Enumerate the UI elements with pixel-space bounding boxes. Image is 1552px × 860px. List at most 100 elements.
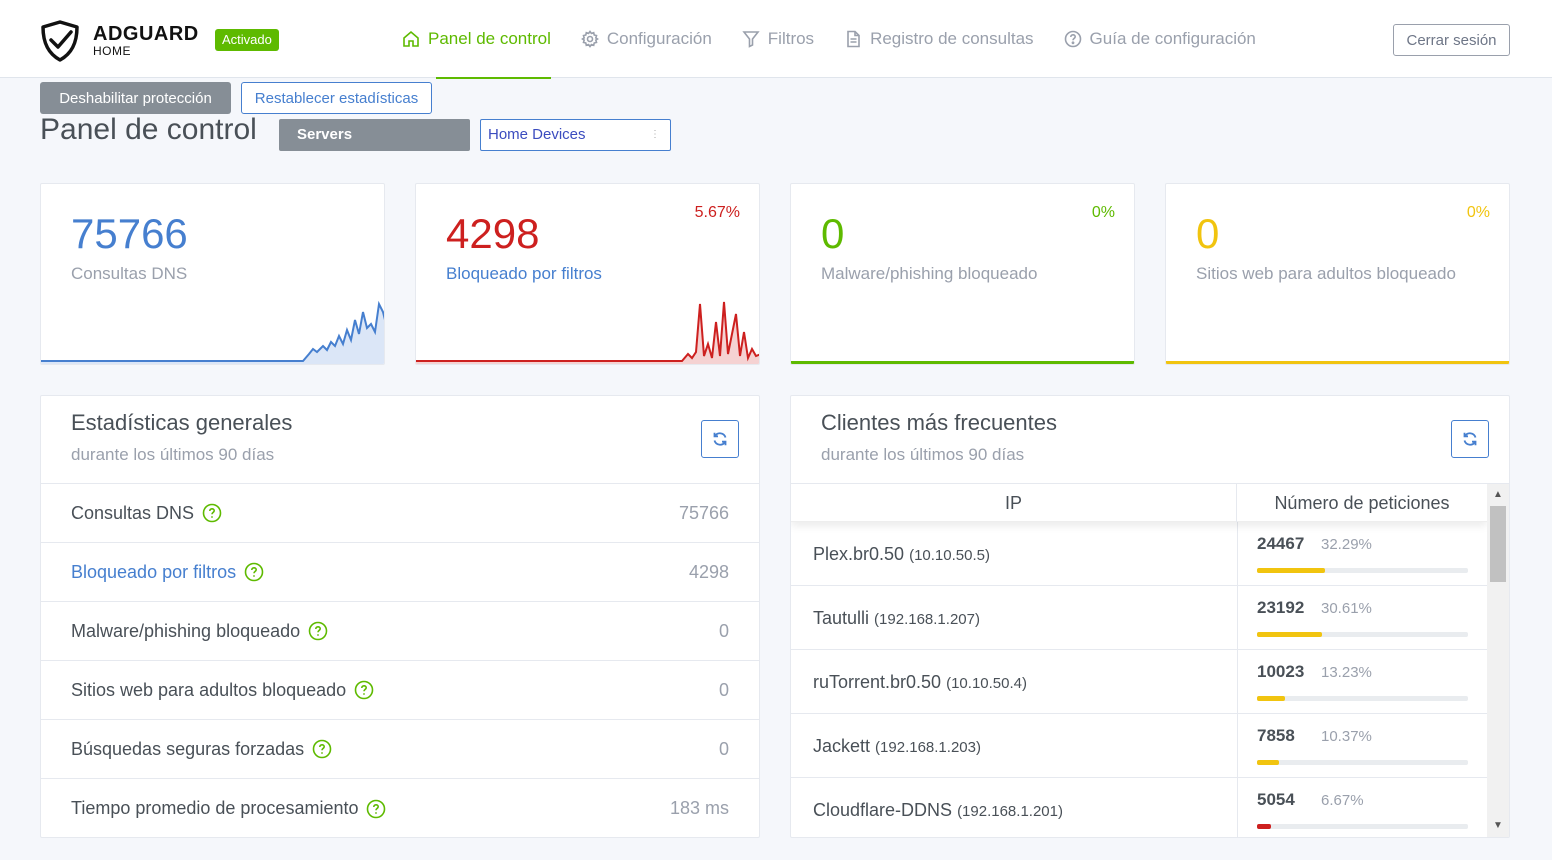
adguard-shield-logo[interactable] [40, 20, 80, 62]
progress-fill [1257, 568, 1326, 573]
row-label-link[interactable]: Bloqueado por filtros [71, 562, 236, 583]
sparkline-blocked-filters [416, 301, 759, 364]
document-icon [847, 30, 860, 48]
column-header-requests[interactable]: Número de peticiones [1237, 484, 1487, 522]
request-percent: 30.61% [1321, 600, 1372, 617]
client-name: Plex.br0.50 [813, 544, 905, 564]
panel-title: Estadísticas generales [71, 410, 293, 435]
gear-icon [580, 30, 599, 48]
help-icon[interactable] [366, 799, 386, 819]
client-name: Tautulli [813, 608, 870, 628]
request-count: 5054 [1257, 790, 1295, 809]
help-icon[interactable] [312, 739, 332, 759]
help-circle-icon [1064, 30, 1081, 48]
column-divider [1237, 714, 1238, 777]
row-label: Sitios web para adultos bloqueado [71, 679, 347, 700]
help-icon[interactable] [308, 621, 328, 641]
row-label-wrap: Malware/phishing bloqueado [71, 621, 719, 642]
row-value: 4298 [688, 561, 729, 582]
nav-label: Guía de configuración [1089, 29, 1256, 48]
logout-button[interactable]: Cerrar sesión [1393, 24, 1510, 56]
column-header-ip[interactable]: IP [791, 484, 1237, 522]
panel-header: Estadísticas generales durante los últim… [41, 396, 759, 484]
table-scrollbar[interactable]: ▲ ▼ [1487, 484, 1509, 837]
servers-select[interactable]: Servers [279, 119, 470, 151]
nav-filters[interactable]: Filtros [742, 0, 814, 78]
help-icon[interactable] [244, 562, 264, 582]
scroll-thumb[interactable] [1490, 506, 1506, 582]
column-divider [1237, 522, 1238, 585]
client-name-cell: Cloudflare-DDNS (192.168.1.201) [813, 778, 1063, 837]
filter-icon [742, 31, 760, 48]
nav-setup-guide[interactable]: Guía de configuración [1064, 0, 1256, 78]
stat-card-adult-blocked: 0 Sitios web para adultos bloqueado 0% [1165, 183, 1510, 365]
nav-label: Filtros [767, 29, 815, 48]
refresh-icon [713, 432, 727, 446]
row-label-wrap: Búsquedas seguras forzadas [71, 739, 719, 760]
help-icon[interactable] [354, 680, 374, 700]
request-percent: 6.67% [1321, 792, 1364, 809]
brand-name: ADGUARD [93, 23, 199, 45]
row-value: 75766 [678, 502, 729, 523]
client-ip: (192.168.1.207) [874, 611, 980, 628]
row-value: 183 ms [669, 798, 729, 818]
brand-subtitle: HOME [93, 44, 131, 58]
request-count: 10023 [1257, 662, 1305, 681]
help-icon[interactable] [202, 503, 222, 523]
column-divider [1237, 586, 1238, 649]
table-row[interactable]: Cloudflare-DDNS (192.168.1.201) 5054 6.6… [791, 778, 1487, 837]
progress-fill [1257, 632, 1322, 637]
stat-card-dns-queries: 75766 Consultas DNS [40, 183, 385, 365]
nav-dashboard[interactable]: Panel de control [402, 0, 551, 79]
stat-value: 75766 [71, 210, 188, 257]
nav-label: Panel de control [428, 29, 551, 48]
status-badge: Activado [215, 29, 279, 51]
clients-table: Plex.br0.50 (10.10.50.5) 24467 32.29% Ta… [791, 484, 1509, 837]
sparkline-malware-blocked [791, 361, 1134, 364]
client-name: ruTorrent.br0.50 [813, 672, 942, 692]
table-row[interactable]: Plex.br0.50 (10.10.50.5) 24467 32.29% [791, 522, 1487, 586]
disable-protection-button[interactable]: Deshabilitar protección [40, 82, 231, 114]
general-row-blocked-filters: Bloqueado por filtros 4298 [41, 543, 759, 602]
select-caret-icon: ⋮ [650, 129, 660, 140]
sparkline-adult-blocked [1166, 361, 1509, 364]
reset-statistics-button[interactable]: Restablecer estadísticas [241, 82, 432, 114]
client-ip: (192.168.1.203) [875, 739, 981, 756]
progress-fill [1257, 824, 1272, 829]
scroll-up-icon[interactable]: ▲ [1487, 486, 1509, 504]
general-row-malware: Malware/phishing bloqueado 0 [41, 602, 759, 661]
row-label: Tiempo promedio de procesamiento [71, 798, 359, 818]
client-name-cell: Jackett (192.168.1.203) [813, 714, 981, 778]
table-row[interactable]: Jackett (192.168.1.203) 7858 10.37% [791, 714, 1487, 778]
request-percent: 13.23% [1321, 664, 1372, 681]
refresh-button[interactable] [701, 420, 739, 458]
table-header: IP Número de peticiones [791, 484, 1487, 522]
table-row[interactable]: ruTorrent.br0.50 (10.10.50.4) 10023 13.2… [791, 650, 1487, 714]
stat-label[interactable]: Bloqueado por filtros [446, 264, 602, 284]
row-label-wrap: Sitios web para adultos bloqueado [71, 680, 719, 701]
home-devices-label: Home Devices [488, 126, 586, 143]
nav-query-log[interactable]: Registro de consultas [844, 0, 1034, 78]
column-divider [1237, 778, 1238, 837]
sparkline-dns-queries [41, 300, 384, 364]
row-label-wrap: Consultas DNS [71, 503, 679, 524]
column-divider [1237, 650, 1238, 713]
row-label-wrap: Tiempo promedio de procesamiento [71, 798, 670, 819]
nav-settings[interactable]: Configuración [580, 0, 712, 78]
main-nav: Panel de control Configuración Filtros R… [402, 0, 1286, 79]
row-value: 0 [718, 620, 729, 641]
stat-value: 0 [1196, 210, 1220, 257]
nav-label: Registro de consultas [870, 29, 1034, 48]
brand[interactable]: ADGUARD HOME [93, 24, 199, 58]
client-name-cell: Plex.br0.50 (10.10.50.5) [813, 522, 990, 586]
refresh-button[interactable] [1451, 420, 1489, 458]
client-name: Jackett [813, 736, 871, 756]
stat-label: Sitios web para adultos bloqueado [1196, 264, 1456, 283]
home-icon [403, 30, 419, 47]
top-header: ADGUARD HOME Activado Panel de control C… [0, 0, 1552, 79]
table-row[interactable]: Tautulli (192.168.1.207) 23192 30.61% [791, 586, 1487, 650]
general-stats-panel: Estadísticas generales durante los últim… [40, 395, 760, 838]
row-label: Búsquedas seguras forzadas [71, 738, 305, 759]
home-devices-select[interactable]: Home Devices ⋮ [480, 119, 671, 151]
scroll-down-icon[interactable]: ▼ [1487, 817, 1509, 835]
